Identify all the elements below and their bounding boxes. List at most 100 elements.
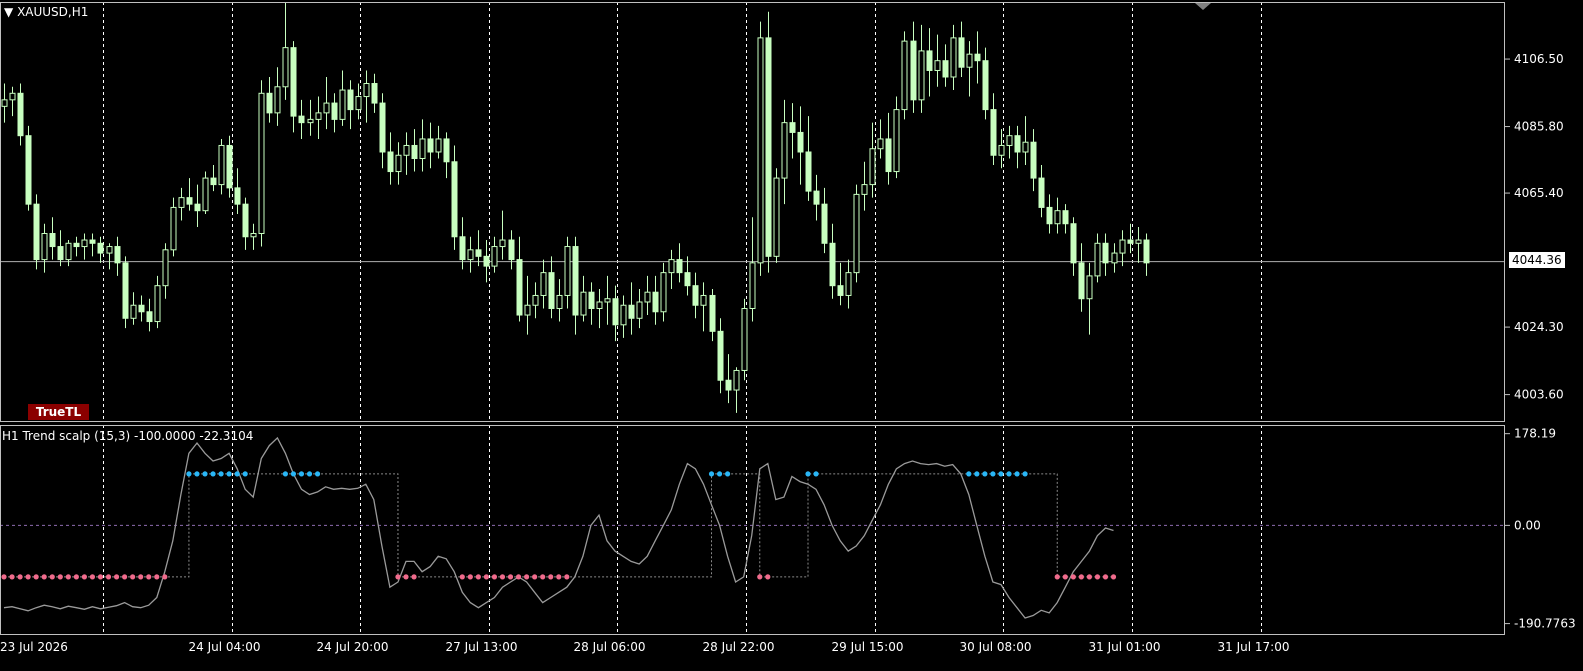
indicator-pane: [0, 425, 1505, 634]
signal-dot-down: [49, 574, 55, 580]
candle: [427, 122, 434, 169]
candle: [162, 243, 169, 299]
candle-body-bear: [371, 83, 378, 104]
chart-shift-marker-icon[interactable]: [1195, 3, 1211, 10]
candle: [9, 86, 16, 117]
candle: [853, 184, 860, 283]
candle: [749, 217, 756, 322]
signal-dot-down: [475, 574, 481, 580]
signal-dot-down: [507, 574, 514, 580]
candle-body-bull: [154, 285, 161, 323]
candle: [934, 34, 941, 87]
price-pane-frame: [0, 2, 1505, 422]
candle-body-bull: [323, 102, 330, 114]
truetl-badge[interactable]: TrueTL: [28, 404, 89, 420]
candle-body-bull: [556, 294, 563, 310]
candle-body-bear: [709, 294, 716, 332]
candle: [652, 275, 659, 325]
signal-dot-down: [1, 574, 7, 580]
candle: [596, 288, 603, 329]
signal-dot-up: [974, 471, 980, 477]
candle: [290, 41, 297, 133]
candle-body-bull: [1022, 141, 1029, 153]
candle-body-bear: [516, 259, 523, 316]
candle: [1102, 233, 1109, 276]
candle-body-bear: [1014, 135, 1021, 153]
candle-body-bull: [853, 193, 860, 274]
candle-body-bear: [1062, 210, 1069, 225]
candle: [363, 70, 370, 123]
candle: [741, 298, 748, 381]
candle: [266, 76, 273, 123]
candle-body-bear: [226, 144, 233, 189]
signal-dot-down: [483, 574, 489, 580]
candle-body-bear: [652, 291, 659, 313]
symbol-label: XAUUSD,H1: [17, 5, 89, 19]
candle: [379, 93, 386, 169]
candle: [604, 275, 611, 325]
y-tick-label: 178.19: [1514, 427, 1556, 441]
candle: [1094, 233, 1101, 283]
candle: [315, 96, 322, 139]
candle-body-bull: [524, 304, 531, 316]
x-tick-label: 27 Jul 13:00: [446, 640, 518, 654]
candle: [950, 24, 957, 91]
candle-body-bear: [347, 89, 354, 111]
candle: [467, 236, 474, 273]
candle: [475, 230, 482, 267]
signal-dot-down: [1070, 574, 1076, 580]
candle-body-bear: [1102, 242, 1109, 264]
candle-body-bear: [508, 239, 515, 261]
candle: [893, 96, 900, 179]
candle-body-bear: [717, 330, 724, 381]
candle: [210, 165, 217, 192]
candle-body-bear: [588, 291, 595, 310]
symbol-title: ▼ XAUUSD,H1: [4, 5, 88, 19]
candle-body-bear: [57, 246, 64, 261]
signal-dot-down: [81, 574, 87, 580]
candle: [41, 223, 48, 273]
candle: [540, 259, 547, 309]
signal-dot-up: [966, 471, 972, 477]
candle: [1014, 125, 1021, 169]
candle-body-bear: [805, 151, 812, 192]
candle: [89, 233, 96, 257]
candle: [194, 184, 201, 227]
candle: [371, 73, 378, 113]
candle-body-bear: [982, 60, 989, 111]
signal-dot-up: [282, 471, 288, 477]
candle-body-bear: [942, 60, 949, 78]
x-tick-label: 31 Jul 17:00: [1218, 640, 1290, 654]
candle: [202, 171, 209, 214]
signal-dot-up: [716, 471, 723, 477]
candle: [57, 230, 64, 267]
candle: [556, 279, 563, 322]
candle: [114, 236, 121, 276]
candle: [1046, 194, 1053, 234]
signal-dot-down: [130, 574, 136, 580]
candle-body-bear: [266, 92, 273, 114]
candle-body-bull: [395, 154, 402, 173]
candle-body-bull: [1111, 252, 1118, 264]
x-tick-label: 24 Jul 04:00: [189, 640, 261, 654]
candle-body-bull: [491, 246, 498, 267]
candle-body-bear: [910, 40, 917, 101]
candle-body-bull: [757, 37, 764, 264]
candle-body-bull: [218, 144, 225, 186]
dropdown-triangle-icon[interactable]: ▼: [4, 5, 13, 19]
y-tick-label: 4085.80: [1514, 120, 1564, 134]
candle-body-bear: [443, 138, 450, 163]
candle: [73, 236, 80, 257]
candle-body-bull: [749, 262, 756, 310]
signal-dot-down: [548, 574, 554, 580]
candle: [307, 99, 314, 136]
candle: [1054, 197, 1061, 234]
candle-body-bull: [363, 83, 370, 98]
candle-body-bull: [773, 177, 780, 257]
candle: [757, 21, 764, 276]
signal-dot-down: [1110, 574, 1117, 580]
candle-body-bear: [548, 272, 555, 310]
candle-body-bull: [966, 53, 973, 68]
x-tick-label: 28 Jul 22:00: [703, 640, 775, 654]
candle-body-bear: [813, 190, 820, 205]
